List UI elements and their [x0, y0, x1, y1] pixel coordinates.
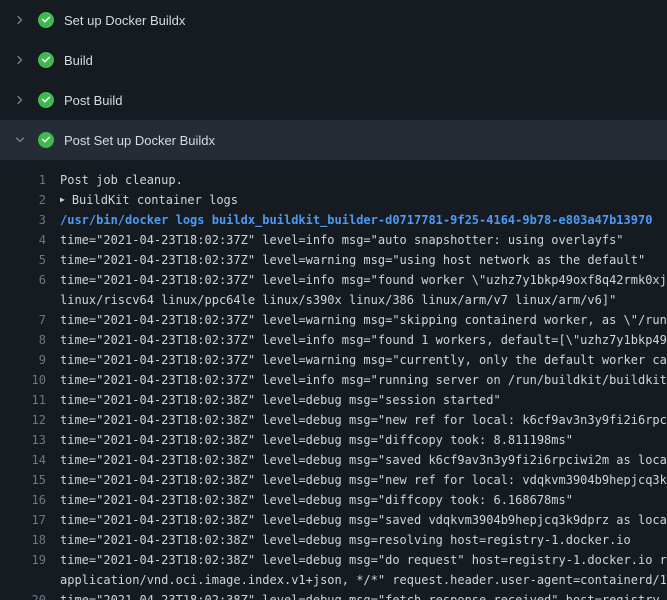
log-line[interactable]: 10 time="2021-04-23T18:02:37Z" level=inf…	[0, 370, 667, 390]
log-line-text: time="2021-04-23T18:02:38Z" level=debug …	[46, 530, 667, 550]
log-line[interactable]: 19 time="2021-04-23T18:02:38Z" level=deb…	[0, 550, 667, 570]
log-line[interactable]: 17 time="2021-04-23T18:02:38Z" level=deb…	[0, 510, 667, 530]
log-line-number[interactable]: 18	[0, 530, 46, 550]
success-check-icon	[38, 132, 54, 148]
log-line-text: time="2021-04-23T18:02:38Z" level=debug …	[46, 550, 667, 570]
log-line-number[interactable]: 9	[0, 350, 46, 370]
log-line[interactable]: 12 time="2021-04-23T18:02:38Z" level=deb…	[0, 410, 667, 430]
log-line[interactable]: 2 ▶BuildKit container logs	[0, 190, 667, 210]
log-line-number[interactable]: 7	[0, 310, 46, 330]
log-line-number[interactable]: 13	[0, 430, 46, 450]
log-line-text: time="2021-04-23T18:02:37Z" level=info m…	[46, 330, 667, 350]
log-line[interactable]: 6 time="2021-04-23T18:02:37Z" level=info…	[0, 270, 667, 290]
log-line-number[interactable]: 16	[0, 490, 46, 510]
log-line-text: time="2021-04-23T18:02:38Z" level=debug …	[46, 450, 667, 470]
log-line-text: linux/riscv64 linux/ppc64le linux/s390x …	[46, 290, 667, 310]
log-line-text: time="2021-04-23T18:02:38Z" level=debug …	[46, 390, 667, 410]
log-line-wrap[interactable]: linux/riscv64 linux/ppc64le linux/s390x …	[0, 290, 667, 310]
step-title: Post Set up Docker Buildx	[64, 133, 215, 148]
chevron-right-icon[interactable]	[12, 12, 28, 28]
log-line-number[interactable]: 14	[0, 450, 46, 470]
log-line[interactable]: 15 time="2021-04-23T18:02:38Z" level=deb…	[0, 470, 667, 490]
log-line-text: application/vnd.oci.image.index.v1+json,…	[46, 570, 667, 590]
log-line-number[interactable]: 15	[0, 470, 46, 490]
step-row-build[interactable]: Build	[0, 40, 667, 80]
log-line[interactable]: 18 time="2021-04-23T18:02:38Z" level=deb…	[0, 530, 667, 550]
log-line-number[interactable]	[0, 570, 46, 590]
log-line-text: /usr/bin/docker logs buildx_buildkit_bui…	[46, 210, 667, 230]
log-line-text: ▶BuildKit container logs	[46, 190, 667, 210]
log-line-number[interactable]: 17	[0, 510, 46, 530]
log-line[interactable]: 14 time="2021-04-23T18:02:38Z" level=deb…	[0, 450, 667, 470]
log-line-text: time="2021-04-23T18:02:38Z" level=debug …	[46, 410, 667, 430]
log-line-text: time="2021-04-23T18:02:37Z" level=warnin…	[46, 250, 667, 270]
workflow-log-viewer: Set up Docker Buildx Build Post Buil	[0, 0, 667, 600]
step-title: Build	[64, 53, 93, 68]
log-line-number[interactable]: 3	[0, 210, 46, 230]
log-line[interactable]: 16 time="2021-04-23T18:02:38Z" level=deb…	[0, 490, 667, 510]
success-check-icon	[38, 52, 54, 68]
log-line-text: time="2021-04-23T18:02:38Z" level=debug …	[46, 470, 667, 490]
log-line-text: time="2021-04-23T18:02:38Z" level=debug …	[46, 510, 667, 530]
log-lines-container: 1 Post job cleanup. 2 ▶BuildKit containe…	[0, 160, 667, 600]
log-line-number[interactable]: 19	[0, 550, 46, 570]
success-check-icon	[38, 12, 54, 28]
log-line[interactable]: 5 time="2021-04-23T18:02:37Z" level=warn…	[0, 250, 667, 270]
log-line-number[interactable]: 11	[0, 390, 46, 410]
log-line-text: time="2021-04-23T18:02:37Z" level=info m…	[46, 230, 667, 250]
log-line-number[interactable]: 6	[0, 270, 46, 290]
chevron-right-icon[interactable]	[12, 52, 28, 68]
log-line-text: time="2021-04-23T18:02:38Z" level=debug …	[46, 430, 667, 450]
log-line-number[interactable]: 12	[0, 410, 46, 430]
log-line-text: Post job cleanup.	[46, 170, 667, 190]
log-line-number[interactable]: 10	[0, 370, 46, 390]
step-row-post-set-up-docker-buildx[interactable]: Post Set up Docker Buildx	[0, 120, 667, 160]
log-line-number[interactable]: 20	[0, 590, 46, 600]
log-line-number[interactable]: 2	[0, 190, 46, 210]
log-line[interactable]: 9 time="2021-04-23T18:02:37Z" level=warn…	[0, 350, 667, 370]
success-check-icon	[38, 92, 54, 108]
log-line[interactable]: 4 time="2021-04-23T18:02:37Z" level=info…	[0, 230, 667, 250]
log-line[interactable]: 20 time="2021-04-23T18:02:38Z" level=deb…	[0, 590, 667, 600]
steps-list: Set up Docker Buildx Build Post Buil	[0, 0, 667, 160]
log-line-text: time="2021-04-23T18:02:37Z" level=warnin…	[46, 350, 667, 370]
log-line-text: time="2021-04-23T18:02:37Z" level=info m…	[46, 270, 667, 290]
log-line-number[interactable]: 1	[0, 170, 46, 190]
chevron-down-icon[interactable]	[12, 132, 28, 148]
group-expand-triangle-icon[interactable]: ▶	[60, 190, 65, 210]
log-line[interactable]: 3 /usr/bin/docker logs buildx_buildkit_b…	[0, 210, 667, 230]
log-line[interactable]: 11 time="2021-04-23T18:02:38Z" level=deb…	[0, 390, 667, 410]
log-line-text: time="2021-04-23T18:02:37Z" level=warnin…	[46, 310, 667, 330]
step-title: Set up Docker Buildx	[64, 13, 185, 28]
log-line[interactable]: 13 time="2021-04-23T18:02:38Z" level=deb…	[0, 430, 667, 450]
log-line-number[interactable]: 8	[0, 330, 46, 350]
log-line-number[interactable]: 5	[0, 250, 46, 270]
step-row-post-build[interactable]: Post Build	[0, 80, 667, 120]
log-line-text: time="2021-04-23T18:02:38Z" level=debug …	[46, 490, 667, 510]
log-line-text: time="2021-04-23T18:02:37Z" level=info m…	[46, 370, 667, 390]
chevron-right-icon[interactable]	[12, 92, 28, 108]
log-line[interactable]: 7 time="2021-04-23T18:02:37Z" level=warn…	[0, 310, 667, 330]
log-line-number[interactable]	[0, 290, 46, 310]
log-line-text: time="2021-04-23T18:02:38Z" level=debug …	[46, 590, 667, 600]
log-line[interactable]: 1 Post job cleanup.	[0, 170, 667, 190]
step-title: Post Build	[64, 93, 123, 108]
step-row-set-up-docker-buildx[interactable]: Set up Docker Buildx	[0, 0, 667, 40]
log-line-number[interactable]: 4	[0, 230, 46, 250]
log-line-wrap[interactable]: application/vnd.oci.image.index.v1+json,…	[0, 570, 667, 590]
log-line[interactable]: 8 time="2021-04-23T18:02:37Z" level=info…	[0, 330, 667, 350]
